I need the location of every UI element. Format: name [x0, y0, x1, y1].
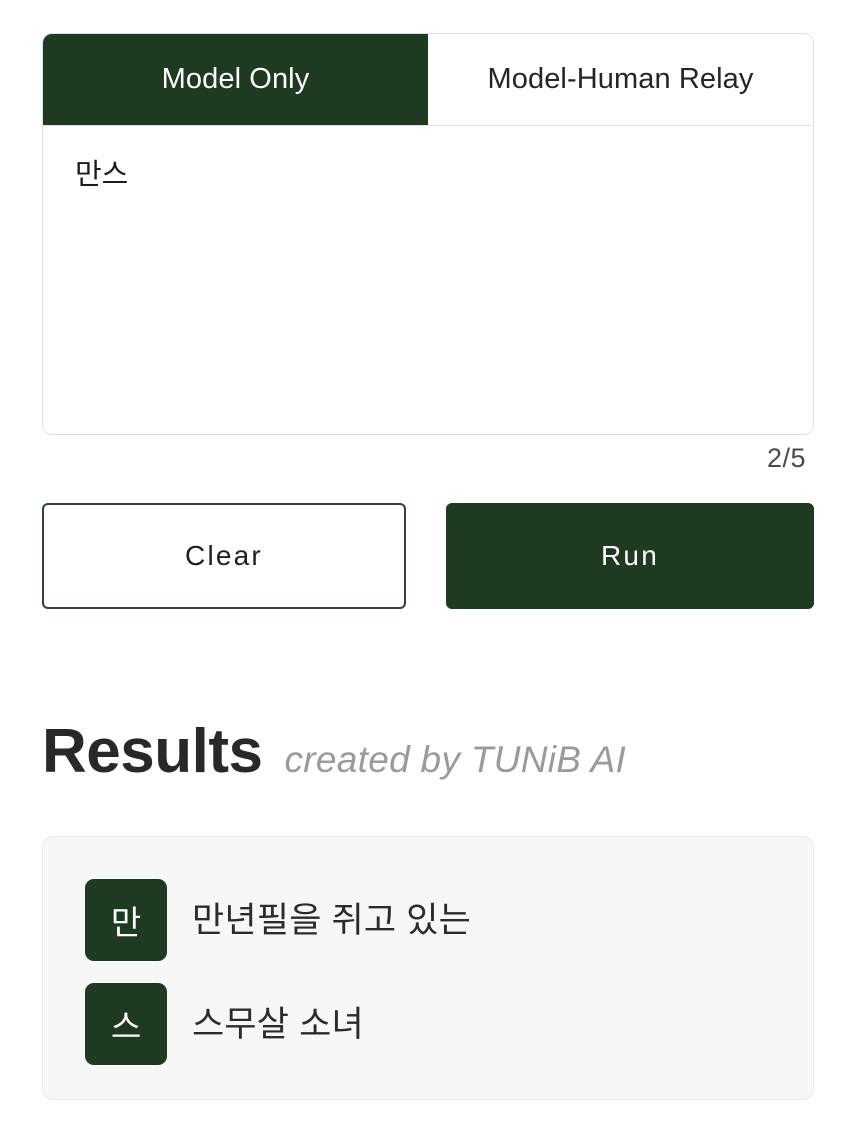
tab-model-only[interactable]: Model Only [43, 34, 428, 125]
run-button-label: Run [601, 540, 659, 571]
action-button-row: Clear Run [42, 503, 814, 609]
result-badge: 만 [85, 879, 167, 961]
result-row: 스 스무살 소녀 [85, 983, 813, 1065]
results-card: 만 만년필을 쥐고 있는 스 스무살 소녀 [42, 836, 814, 1100]
character-counter: 2/5 [766, 443, 806, 473]
input-card: Model Only Model-Human Relay [42, 33, 814, 435]
tab-model-only-label: Model Only [161, 63, 310, 95]
clear-button-label: Clear [185, 540, 263, 571]
results-title: Results [42, 717, 263, 786]
prompt-textarea[interactable] [43, 126, 813, 434]
result-text: 만년필을 쥐고 있는 [192, 900, 472, 940]
results-subtitle: created by TUNiB AI [284, 739, 627, 780]
result-row: 만 만년필을 쥐고 있는 [85, 879, 813, 961]
clear-button[interactable]: Clear [42, 503, 406, 609]
run-button[interactable]: Run [446, 503, 814, 609]
tab-model-human-relay[interactable]: Model-Human Relay [428, 34, 813, 125]
mode-tabbar: Model Only Model-Human Relay [43, 34, 813, 126]
prompt-input-area [43, 126, 813, 434]
result-text: 스무살 소녀 [192, 1004, 364, 1044]
results-heading: Results created by TUNiB AI [42, 721, 626, 783]
app-root: Model Only Model-Human Relay 2/5 Clear R… [0, 0, 850, 1136]
result-badge: 스 [85, 983, 167, 1065]
tab-model-human-relay-label: Model-Human Relay [487, 63, 754, 95]
